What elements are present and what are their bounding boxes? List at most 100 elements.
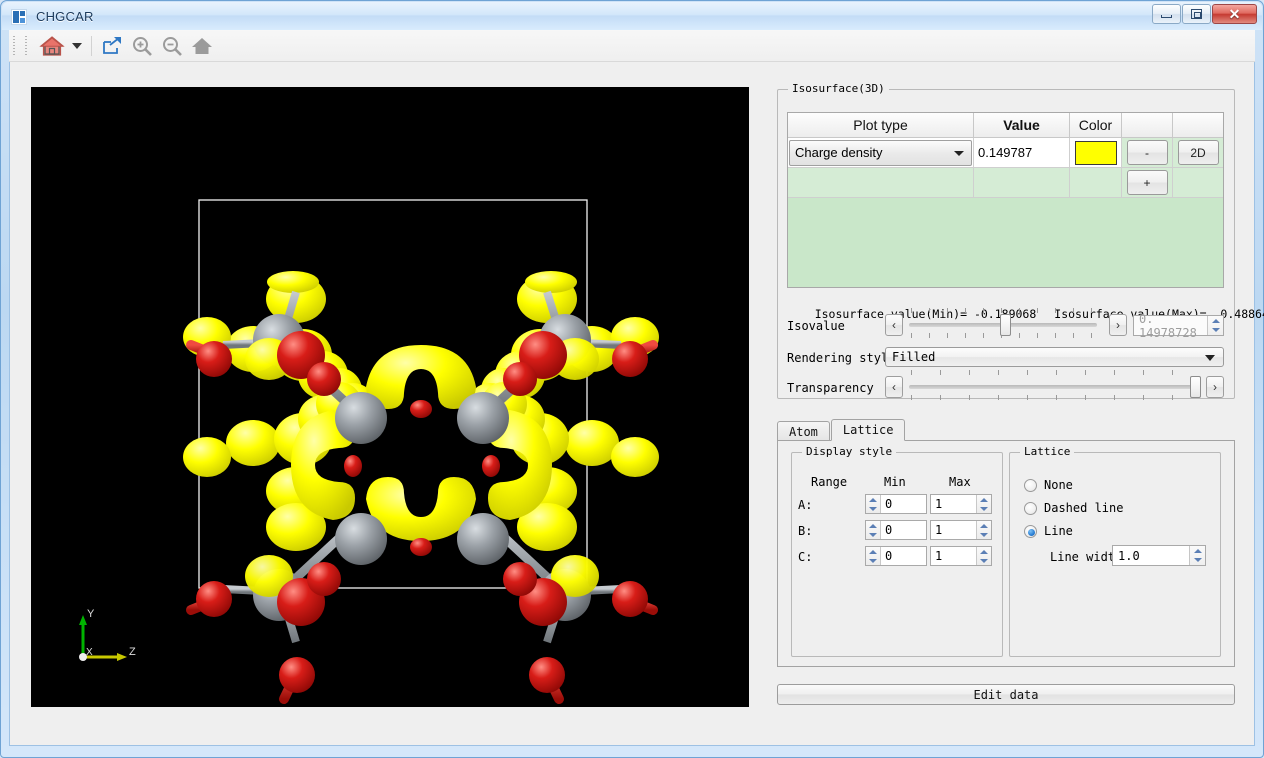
isovalue-spin-arrows[interactable] <box>1207 316 1223 335</box>
maximize-button[interactable] <box>1182 4 1211 24</box>
isosurface-table[interactable]: Plot type Value Color Charge density 0.1… <box>787 112 1224 288</box>
close-icon: ✕ <box>1229 7 1241 21</box>
line-width-spin-arrows[interactable] <box>1189 546 1205 565</box>
range-a-min-spin[interactable]: 0 <box>865 494 927 514</box>
lattice-option-line-label: Line <box>1044 524 1073 538</box>
range-c-min-down[interactable] <box>866 556 880 565</box>
isovalue-spin-up[interactable] <box>1208 316 1223 326</box>
isovalue-slider-handle[interactable] <box>1000 314 1011 336</box>
range-a-max-up[interactable] <box>977 495 991 504</box>
range-c-min-up[interactable] <box>866 547 880 556</box>
empty-color-cell[interactable] <box>1070 168 1122 198</box>
isovalue-spinbox[interactable]: 0. 14978728 <box>1133 315 1224 336</box>
isovalue-increase-button[interactable]: › <box>1109 314 1127 336</box>
isovalue-spin-down[interactable] <box>1208 326 1223 336</box>
export-button[interactable] <box>99 33 125 59</box>
isosurface-groupbox-title: Isosurface(3D) <box>788 82 889 95</box>
axis-indicator: Y Z X <box>75 605 145 665</box>
display-style-groupbox-title: Display style <box>802 445 896 458</box>
range-a-max-spin[interactable]: 1 <box>930 494 992 514</box>
transparency-slider-track[interactable] <box>909 385 1201 389</box>
transparency-slider-handle[interactable] <box>1190 376 1201 398</box>
color-cell[interactable] <box>1070 138 1122 168</box>
lattice-option-dashed-line[interactable]: Dashed line <box>1024 501 1123 515</box>
chevron-down-icon <box>72 42 82 50</box>
isovalue-field[interactable]: 0. 14978728 <box>1134 312 1207 340</box>
transparency-decrease-button[interactable]: ‹ <box>885 376 903 398</box>
range-c-min-arrows[interactable] <box>866 547 881 565</box>
edit-data-button[interactable]: Edit data <box>777 684 1235 705</box>
range-c-max-arrows[interactable] <box>976 547 991 565</box>
close-button[interactable]: ✕ <box>1212 4 1257 24</box>
radio-icon[interactable] <box>1024 479 1037 492</box>
tab-atom[interactable]: Atom <box>777 421 830 441</box>
range-a-min-up[interactable] <box>866 495 880 504</box>
transparency-slider-ticks-top <box>911 370 1196 375</box>
range-b-min-up[interactable] <box>866 521 880 530</box>
add-row-button[interactable]: + <box>1127 170 1168 195</box>
range-b-max-arrows[interactable] <box>976 521 991 539</box>
range-b-min-spin[interactable]: 0 <box>865 520 927 540</box>
range-a-min-value[interactable]: 0 <box>881 497 926 511</box>
line-width-value[interactable]: 1.0 <box>1113 549 1189 563</box>
lattice-tab-panel: Display style Range Min Max A: 0 1 B: <box>777 440 1235 667</box>
remove-row-button[interactable]: - <box>1127 140 1168 165</box>
toolbar-dropdown-button[interactable] <box>70 33 84 59</box>
range-a-max-arrows[interactable] <box>976 495 991 513</box>
open-home-button[interactable] <box>38 33 66 59</box>
min-header: Min <box>884 475 906 489</box>
value-cell[interactable]: 0.149787 <box>974 138 1070 168</box>
zoom-in-button[interactable] <box>129 33 155 59</box>
two-d-button[interactable]: 2D <box>1178 140 1219 165</box>
range-b-min-arrows[interactable] <box>866 521 881 539</box>
chevron-down-icon <box>954 151 964 156</box>
transparency-increase-button[interactable]: › <box>1206 376 1224 398</box>
lattice-option-line[interactable]: Line <box>1024 524 1073 538</box>
line-width-spin-up[interactable] <box>1190 546 1205 556</box>
minimize-button[interactable] <box>1152 4 1181 24</box>
axis-y-label: Y <box>87 608 95 620</box>
range-a-min-down[interactable] <box>866 504 880 513</box>
range-a-max-value[interactable]: 1 <box>931 497 976 511</box>
lattice-groupbox-title: Lattice <box>1020 445 1074 458</box>
range-c-max-spin[interactable]: 1 <box>930 546 992 566</box>
toolbar-grip-2[interactable] <box>24 35 30 57</box>
empty-value-cell[interactable] <box>974 168 1070 198</box>
range-c-max-down[interactable] <box>977 556 991 565</box>
plot-type-select[interactable]: Charge density <box>789 140 972 166</box>
range-c-min-spin[interactable]: 0 <box>865 546 927 566</box>
range-b-max-down[interactable] <box>977 530 991 539</box>
range-a-min-arrows[interactable] <box>866 495 881 513</box>
row-label-b: B: <box>798 524 812 538</box>
zoom-out-button[interactable] <box>159 33 185 59</box>
toolbar-grip[interactable] <box>12 35 18 57</box>
range-b-min-down[interactable] <box>866 530 880 539</box>
radio-icon[interactable] <box>1024 525 1037 538</box>
oxygen-atoms <box>196 331 648 693</box>
rendering-style-value: Filled <box>892 350 935 364</box>
line-width-spinbox[interactable]: 1.0 <box>1112 545 1206 566</box>
mode-cell: 2D <box>1173 138 1223 168</box>
range-b-max-up[interactable] <box>977 521 991 530</box>
rendering-style-select[interactable]: Filled <box>885 347 1224 367</box>
column-header-value: Value <box>974 113 1070 138</box>
zoom-out-icon <box>161 35 183 57</box>
range-b-min-value[interactable]: 0 <box>881 523 926 537</box>
range-b-max-spin[interactable]: 1 <box>930 520 992 540</box>
tab-lattice[interactable]: Lattice <box>831 419 906 441</box>
isovalue-decrease-button[interactable]: ‹ <box>885 314 903 336</box>
empty-plot-cell[interactable] <box>788 168 974 198</box>
line-width-spin-down[interactable] <box>1190 556 1205 566</box>
color-swatch[interactable] <box>1075 141 1117 165</box>
range-c-max-value[interactable]: 1 <box>931 549 976 563</box>
range-b-max-value[interactable]: 1 <box>931 523 976 537</box>
range-a-max-down[interactable] <box>977 504 991 513</box>
radio-icon[interactable] <box>1024 502 1037 515</box>
reset-view-button[interactable] <box>189 33 215 59</box>
molecular-viewport[interactable]: Y Z X <box>31 87 749 707</box>
range-c-min-value[interactable]: 0 <box>881 549 926 563</box>
range-c-max-up[interactable] <box>977 547 991 556</box>
row-label-c: C: <box>798 550 812 564</box>
column-header-plot-type: Plot type <box>788 113 974 138</box>
lattice-option-none[interactable]: None <box>1024 478 1073 492</box>
